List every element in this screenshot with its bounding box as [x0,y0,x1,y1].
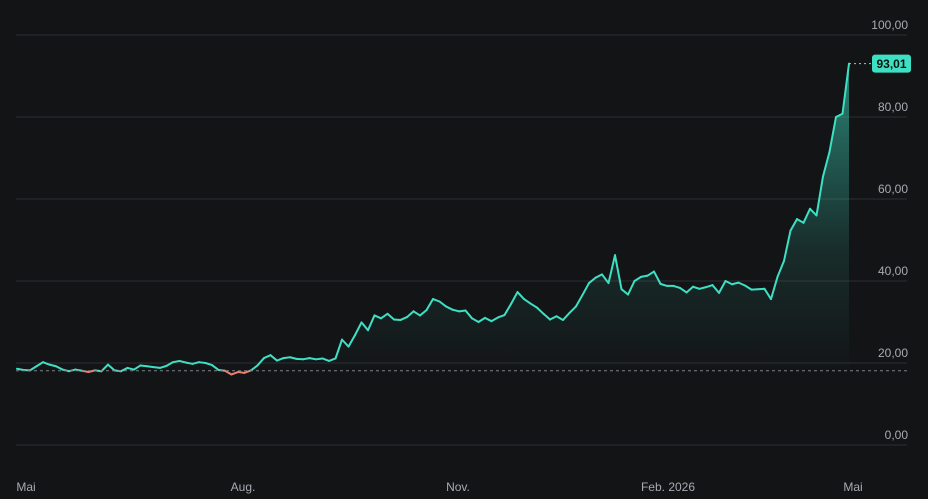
x-tick-label: Mai [16,480,35,494]
x-tick-label: Aug. [231,480,256,494]
y-tick-label: 60,00 [878,182,908,196]
price-chart: 0,00 20,00 40,00 60,00 80,00 100,00 Mai Aug. Nov… [0,0,928,499]
y-tick-label: 0,00 [885,428,909,442]
x-tick-label: Feb. 2026 [641,480,695,494]
y-tick-label: 80,00 [878,100,908,114]
last-price-label: 93,01 [876,57,906,71]
x-tick-label: Mai [843,480,862,494]
price-area [17,63,849,375]
y-tick-label: 20,00 [878,346,908,360]
label-layer: 0,00 20,00 40,00 60,00 80,00 100,00 Mai Aug. Nov… [16,18,911,494]
price-chart-svg: 0,00 20,00 40,00 60,00 80,00 100,00 Mai Aug. Nov… [16,18,911,494]
grid-layer [16,34,907,446]
y-tick-label: 40,00 [878,264,908,278]
x-tick-label: Nov. [446,480,470,494]
area-layer [17,63,849,375]
y-tick-label: 100,00 [871,18,908,32]
